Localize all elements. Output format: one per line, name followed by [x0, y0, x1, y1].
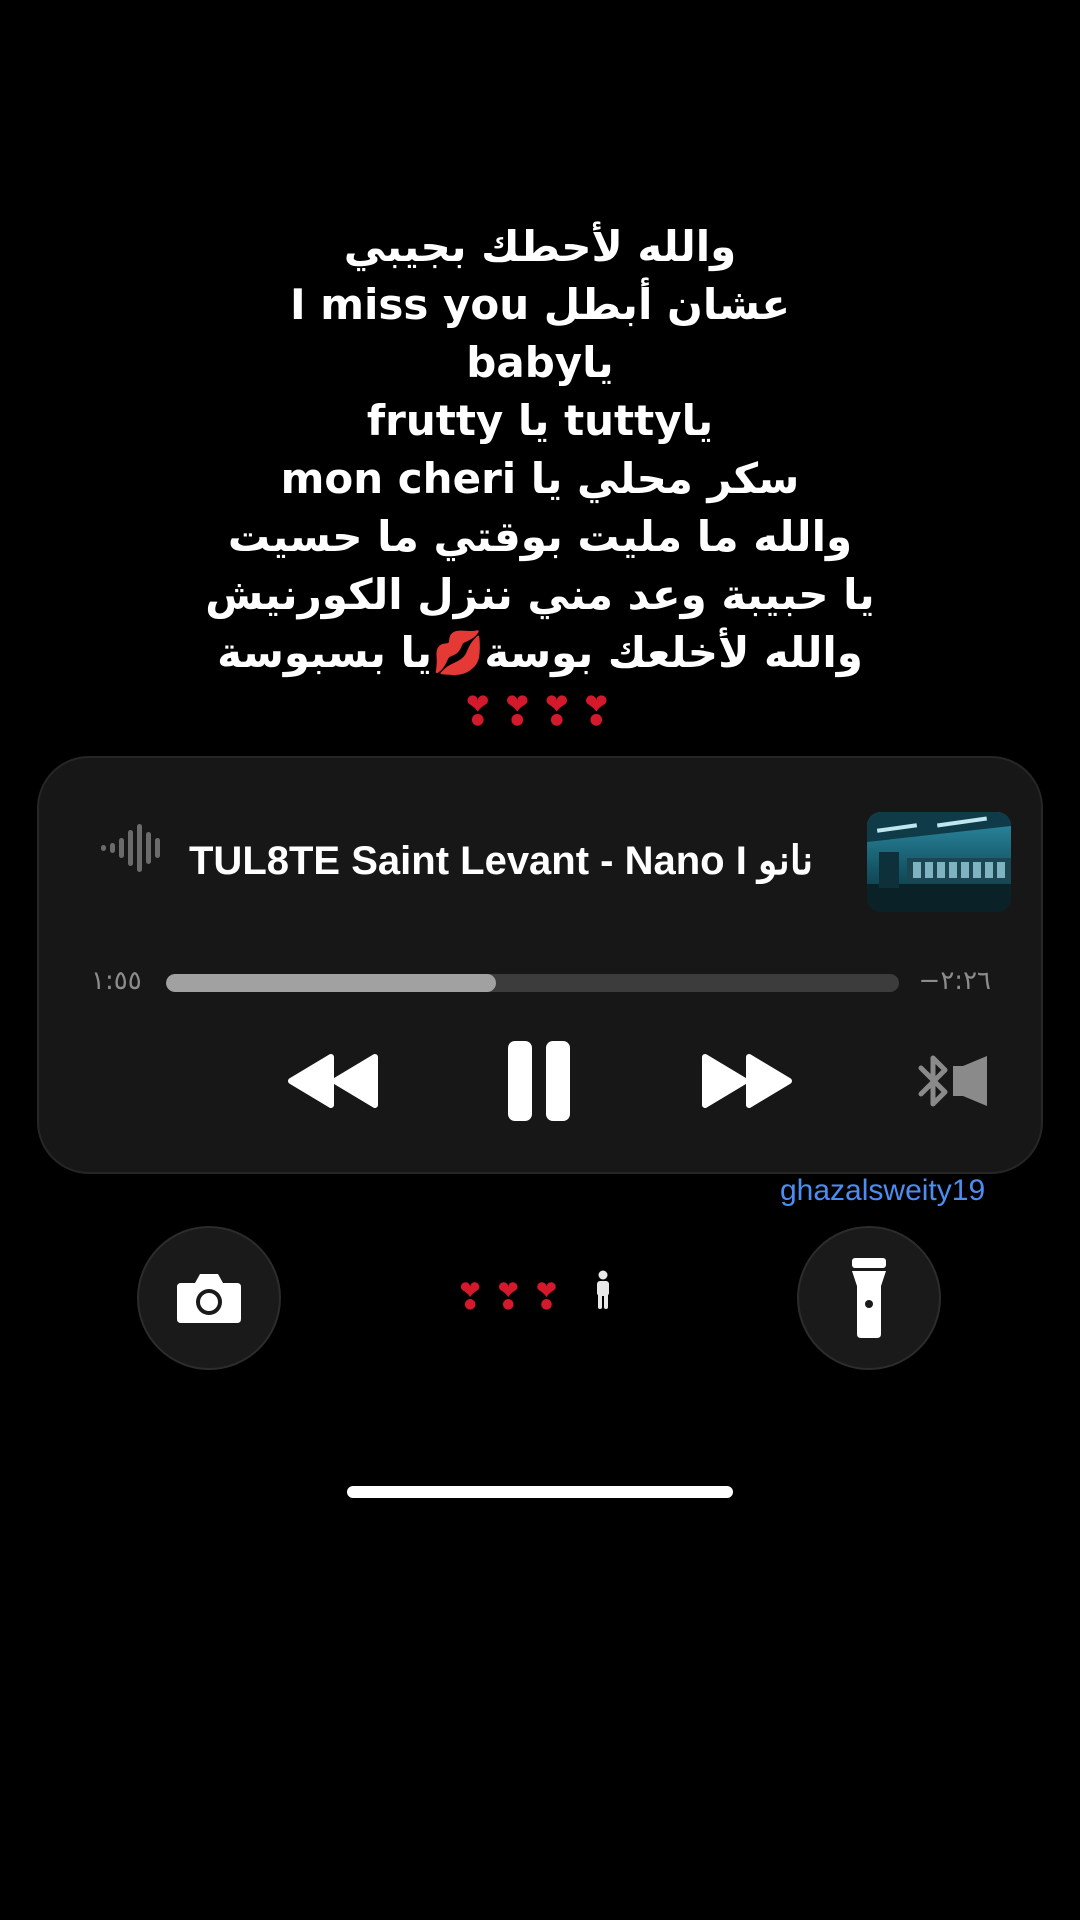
waveform-icon: [99, 818, 165, 878]
hearts-line: ❣❣❣❣: [460, 689, 620, 735]
bluetooth-speaker-icon: [918, 1055, 987, 1107]
hearts-emoji: ❣❣❣: [455, 1277, 570, 1318]
progress-fill: [166, 974, 496, 992]
lyric-line: والله لأخلعك بوسة💋يا بسبوسة: [217, 628, 863, 677]
pause-icon: [508, 1041, 570, 1121]
camera-icon: [177, 1274, 241, 1323]
time-remaining: −٢:٢٦: [918, 966, 991, 996]
rewind-button[interactable]: [283, 1036, 383, 1126]
track-title[interactable]: TUL8TE Saint Levant - Nano I نانو: [189, 838, 889, 884]
username-watermark: ghazalsweity19: [780, 1174, 986, 1207]
lyric-line: عشان أبطل I miss you: [289, 280, 791, 329]
person-icon: [593, 1269, 613, 1329]
lyric-line: والله ما مليت بوقتي ما حسيت: [227, 512, 853, 561]
time-elapsed: ١:٥٥: [91, 966, 142, 996]
lyric-line: ياtutty يا frutty: [366, 396, 714, 445]
pause-button[interactable]: [499, 1036, 579, 1126]
audio-output-button[interactable]: [909, 1036, 999, 1126]
bottom-emoji-row: ❣❣❣: [455, 1268, 613, 1329]
home-indicator[interactable]: [347, 1486, 733, 1498]
flashlight-icon: [852, 1258, 886, 1338]
lyric-line: والله لأحطك بجيبي: [343, 222, 737, 271]
fast-forward-icon: [702, 1054, 792, 1108]
fast-forward-button[interactable]: [697, 1036, 797, 1126]
now-playing-card[interactable]: TUL8TE Saint Levant - Nano I نانو ١:٥٥ −…: [37, 756, 1043, 1174]
camera-button[interactable]: [137, 1226, 281, 1370]
lyric-line: يا حبيبة وعد مني ننزل الكورنيش: [205, 570, 875, 619]
rewind-icon: [288, 1054, 378, 1108]
progress-bar[interactable]: [166, 974, 899, 992]
album-artwork[interactable]: [867, 812, 1011, 912]
lyric-line: سكر محلي يا mon cheri: [280, 454, 800, 503]
flashlight-button[interactable]: [797, 1226, 941, 1370]
lyric-line: ياbaby: [466, 338, 614, 387]
lyrics-block: والله لأحطك بجيبي عشان أبطل I miss you ي…: [0, 218, 1080, 742]
